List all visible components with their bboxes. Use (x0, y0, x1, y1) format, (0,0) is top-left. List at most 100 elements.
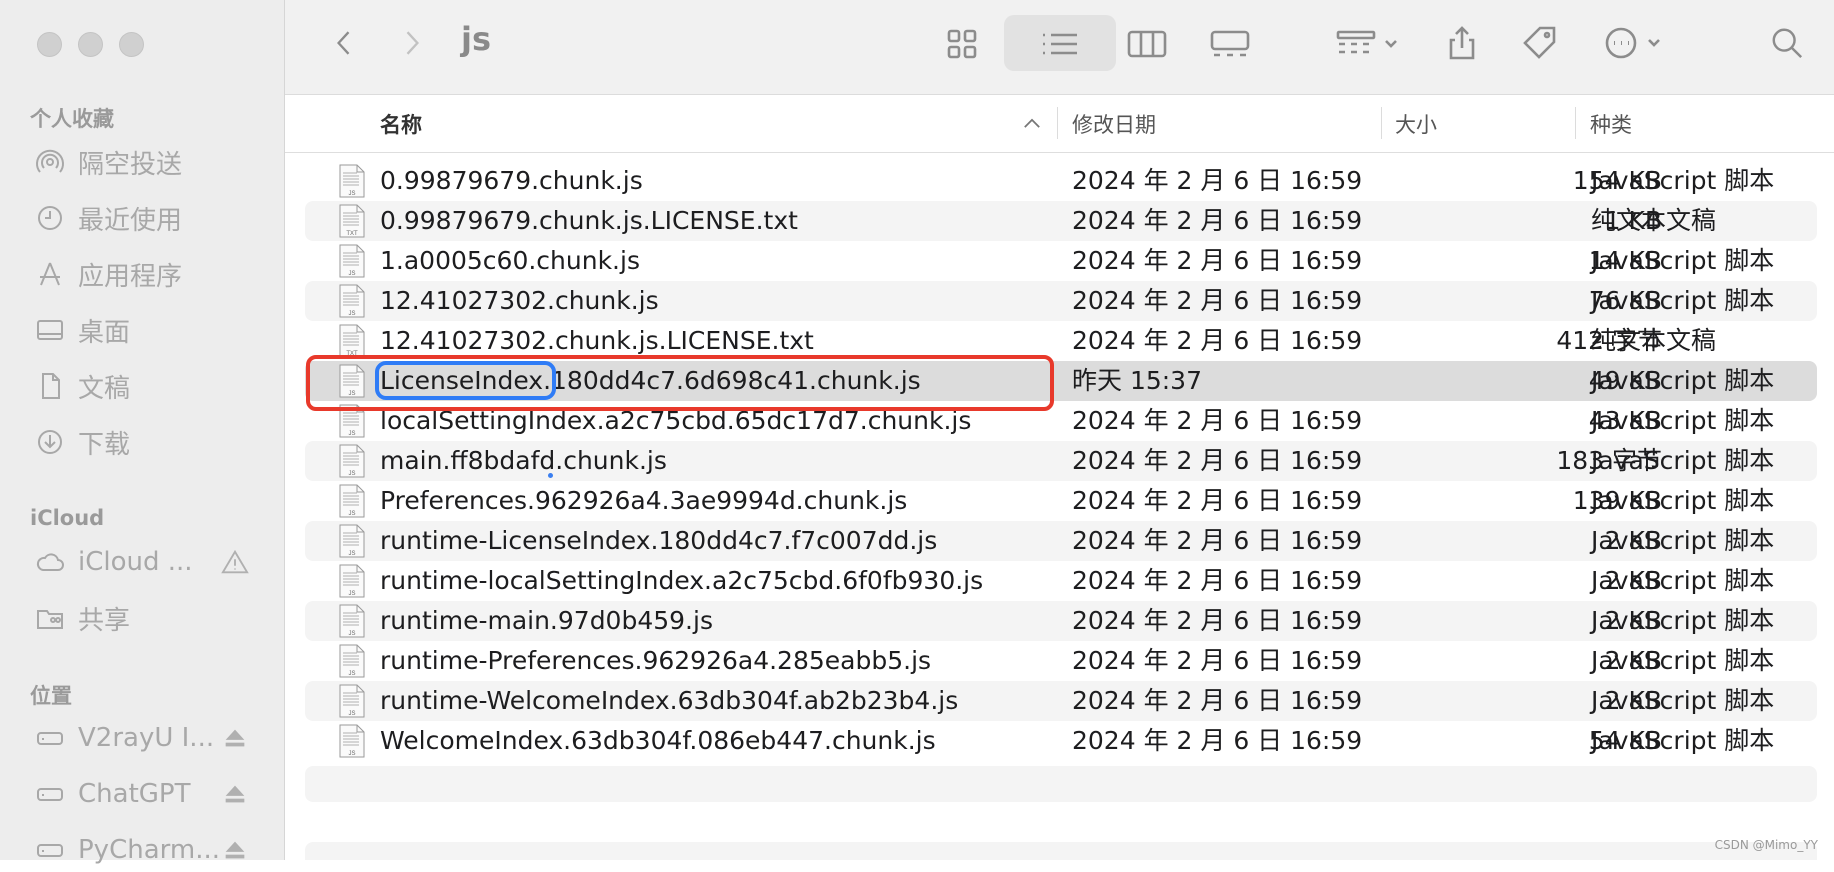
list-view-button[interactable] (1015, 22, 1105, 66)
table-row[interactable]: JS Preferences.962926a4.3ae9994d.chunk.j… (305, 481, 1817, 521)
sidebar-item-downloads[interactable]: 下载 (34, 420, 264, 464)
column-date-header[interactable]: 修改日期 (1072, 95, 1156, 152)
sidebar-item-volume-v2rayu[interactable]: V2rayU I... (34, 716, 264, 760)
sidebar-item-label: 桌面 (78, 317, 131, 348)
js-file-icon: JS (339, 564, 365, 598)
file-kind: JavaScript 脚本 (1591, 526, 1775, 555)
share-button[interactable] (1442, 20, 1482, 66)
file-date: 2024 年 2 月 6 日 16:59 (1072, 566, 1363, 595)
column-size-header[interactable]: 大小 (1395, 95, 1437, 152)
file-kind: JavaScript 脚本 (1591, 646, 1775, 675)
forward-button[interactable] (395, 25, 429, 61)
file-name: runtime-Preferences.962926a4.285eabb5.js (380, 646, 932, 675)
sidebar-item-label: iCloud ... (78, 547, 193, 577)
column-name-header[interactable]: 名称 (380, 95, 422, 152)
txt-file-icon: TXT (339, 204, 365, 238)
table-row[interactable]: JS runtime-LicenseIndex.180dd4c7.f7c007d… (305, 521, 1817, 561)
sidebar-item-shared[interactable]: 共享 (34, 596, 264, 640)
sidebar-item-desktop[interactable]: 桌面 (34, 308, 264, 352)
file-kind: JavaScript 脚本 (1591, 446, 1775, 475)
file-name: Preferences.962926a4.3ae9994d.chunk.js (380, 486, 908, 515)
sidebar-item-volume-pycharm[interactable]: PyCharm... (34, 828, 264, 872)
minimize-window-button[interactable] (78, 32, 103, 57)
chevron-left-icon (337, 31, 350, 55)
search-button[interactable] (1765, 20, 1809, 66)
svg-text:JS: JS (348, 751, 355, 757)
file-kind: JavaScript 脚本 (1591, 166, 1775, 195)
file-date: 2024 年 2 月 6 日 16:59 (1072, 526, 1363, 555)
table-row[interactable]: JS WelcomeIndex.63db304f.086eb447.chunk.… (305, 721, 1817, 761)
sidebar-item-applications[interactable]: 应用程序 (34, 252, 264, 296)
sidebar-item-label: 下载 (78, 429, 131, 460)
column-header: 名称 修改日期 大小 种类 (285, 95, 1834, 153)
sidebar-item-label: 最近使用 (78, 205, 183, 236)
column-date-label: 修改日期 (1072, 112, 1156, 137)
file-date: 2024 年 2 月 6 日 16:59 (1072, 246, 1363, 275)
icon-view-button[interactable] (940, 22, 984, 66)
apps-icon (34, 258, 66, 290)
file-name: runtime-LicenseIndex.180dd4c7.f7c007dd.j… (380, 526, 938, 555)
tag-button[interactable] (1518, 20, 1562, 66)
sidebar: 个人收藏 隔空投送 最近使用 应用程序 桌面 文稿 下载 iCloud iClo… (0, 0, 285, 865)
eject-icon[interactable] (220, 835, 250, 865)
eject-icon[interactable] (220, 779, 250, 809)
file-date: 昨天 15:37 (1072, 366, 1202, 395)
group-icon (1336, 30, 1397, 54)
more-actions-button[interactable] (1595, 20, 1675, 66)
file-name: 1.a0005c60.chunk.js (380, 246, 640, 275)
table-row[interactable]: JS 0.99879679.chunk.js 2024 年 2 月 6 日 16… (305, 161, 1817, 201)
gallery-view-button[interactable] (1205, 22, 1255, 66)
sidebar-item-documents[interactable]: 文稿 (34, 364, 264, 408)
table-row[interactable]: JS runtime-Preferences.962926a4.285eabb5… (305, 641, 1817, 681)
file-date: 2024 年 2 月 6 日 16:59 (1072, 686, 1363, 715)
file-date: 2024 年 2 月 6 日 16:59 (1072, 286, 1363, 315)
sidebar-item-recents[interactable]: 最近使用 (34, 196, 264, 240)
drive-icon (34, 834, 66, 866)
txt-file-icon: TXT (339, 324, 365, 358)
sidebar-item-icloud-drive[interactable]: iCloud ... (34, 540, 264, 584)
svg-text:JS: JS (348, 271, 355, 277)
group-button[interactable] (1328, 22, 1408, 66)
table-row[interactable]: JS runtime-localSettingIndex.a2c75cbd.6f… (305, 561, 1817, 601)
clock-icon (34, 202, 66, 234)
file-date: 2024 年 2 月 6 日 16:59 (1072, 406, 1363, 435)
close-window-button[interactable] (37, 32, 62, 57)
table-row[interactable]: TXT 0.99879679.chunk.js.LICENSE.txt 2024… (305, 201, 1817, 241)
sort-ascending-icon[interactable] (1023, 95, 1041, 152)
columns-icon (1127, 30, 1167, 58)
file-kind: JavaScript 脚本 (1591, 366, 1775, 395)
eject-icon[interactable] (220, 723, 250, 753)
sidebar-item-volume-chatgpt[interactable]: ChatGPT (34, 772, 264, 816)
warning-icon[interactable] (220, 547, 250, 577)
table-row[interactable]: JS 1.a0005c60.chunk.js 2024 年 2 月 6 日 16… (305, 241, 1817, 281)
list-icon (1043, 33, 1077, 55)
table-row[interactable]: JS main.ff8bdafd.chunk.js 2024 年 2 月 6 日… (305, 441, 1817, 481)
table-row[interactable]: JS 12.41027302.chunk.js 2024 年 2 月 6 日 1… (305, 281, 1817, 321)
back-button[interactable] (327, 25, 361, 61)
js-file-icon: JS (339, 284, 365, 318)
locations-heading: 位置 (30, 684, 72, 708)
js-file-icon: JS (339, 244, 365, 278)
column-view-button[interactable] (1125, 22, 1169, 66)
column-divider (1381, 107, 1382, 139)
file-name: main.ff8bdafd.chunk.js (380, 446, 667, 475)
search-icon (1772, 28, 1803, 59)
sidebar-item-label: 共享 (78, 605, 131, 636)
table-row[interactable]: JS runtime-main.97d0b459.js 2024 年 2 月 6… (305, 601, 1817, 641)
table-row[interactable]: JS runtime-WelcomeIndex.63db304f.ab2b23b… (305, 681, 1817, 721)
download-icon (34, 426, 66, 458)
column-kind-header[interactable]: 种类 (1590, 95, 1632, 152)
zoom-window-button[interactable] (119, 32, 144, 57)
svg-text:JS: JS (348, 711, 355, 717)
svg-text:JS: JS (348, 471, 355, 477)
file-name: runtime-WelcomeIndex.63db304f.ab2b23b4.j… (380, 686, 959, 715)
column-size-label: 大小 (1395, 112, 1437, 137)
file-date: 2024 年 2 月 6 日 16:59 (1072, 486, 1363, 515)
sidebar-item-airdrop[interactable]: 隔空投送 (34, 140, 264, 184)
share-icon (1449, 26, 1475, 60)
annotation-highlight-box (306, 355, 1054, 411)
gallery-icon (1210, 30, 1250, 57)
document-icon (34, 370, 66, 402)
js-file-icon: JS (339, 644, 365, 678)
js-file-icon: JS (339, 724, 365, 758)
